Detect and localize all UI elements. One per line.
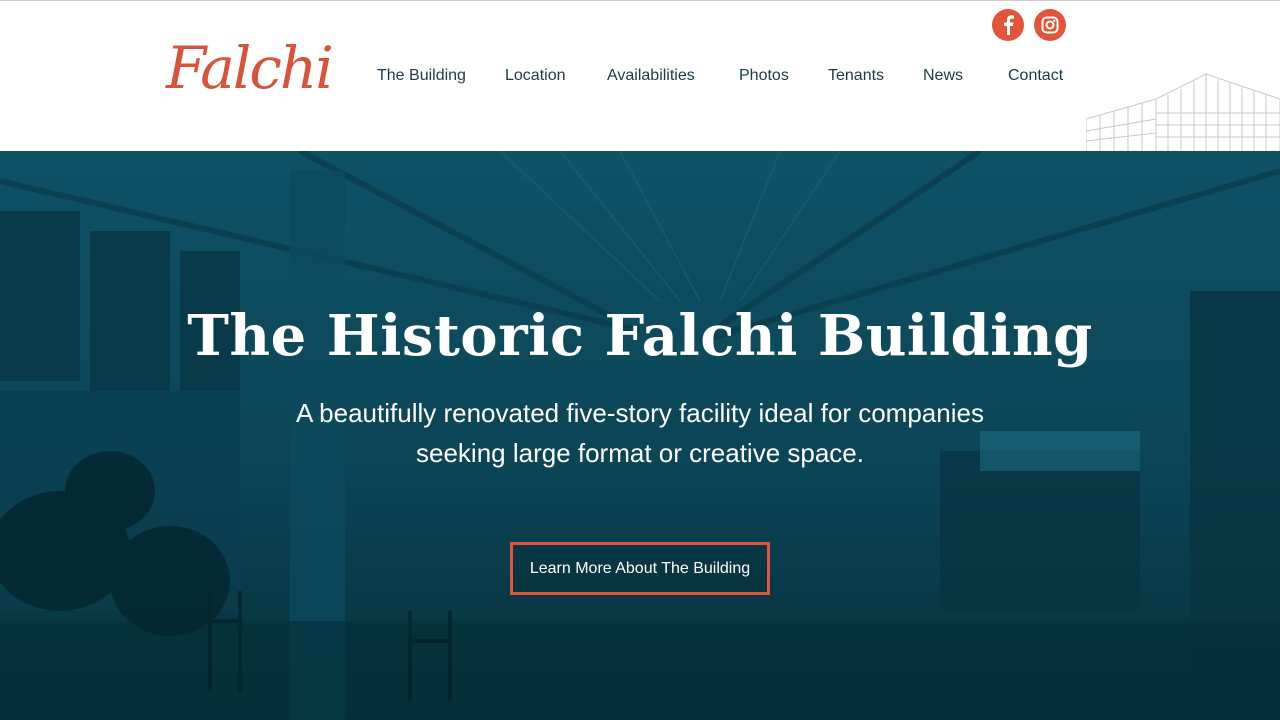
nav-item-photos[interactable]: Photos xyxy=(739,67,789,85)
nav-item-tenants[interactable]: Tenants xyxy=(828,67,884,85)
hero-subtitle-line-2: seeking large format or creative space. xyxy=(416,438,864,468)
facebook-icon xyxy=(1004,15,1014,35)
facebook-link[interactable] xyxy=(992,9,1024,41)
nav-item-the-building[interactable]: The Building xyxy=(377,67,466,85)
hero-subtitle: A beautifully renovated five-story facil… xyxy=(240,393,1040,473)
nav-item-location[interactable]: Location xyxy=(505,67,566,85)
nav-item-news[interactable]: News xyxy=(923,67,963,85)
nav-item-contact[interactable]: Contact xyxy=(1008,67,1063,85)
hero-title: The Historic Falchi Building xyxy=(187,303,1093,369)
instagram-link[interactable] xyxy=(1034,9,1066,41)
hero-section: The Historic Falchi Building A beautiful… xyxy=(0,151,1280,720)
hero-subtitle-line-1: A beautifully renovated five-story facil… xyxy=(296,398,984,428)
nav-item-availabilities[interactable]: Availabilities xyxy=(607,67,695,85)
site-header: Falchi The Building Location Availabilit… xyxy=(0,0,1280,152)
instagram-icon xyxy=(1041,16,1059,34)
building-sketch-illustration xyxy=(1086,73,1280,152)
learn-more-button[interactable]: Learn More About The Building xyxy=(510,542,770,595)
